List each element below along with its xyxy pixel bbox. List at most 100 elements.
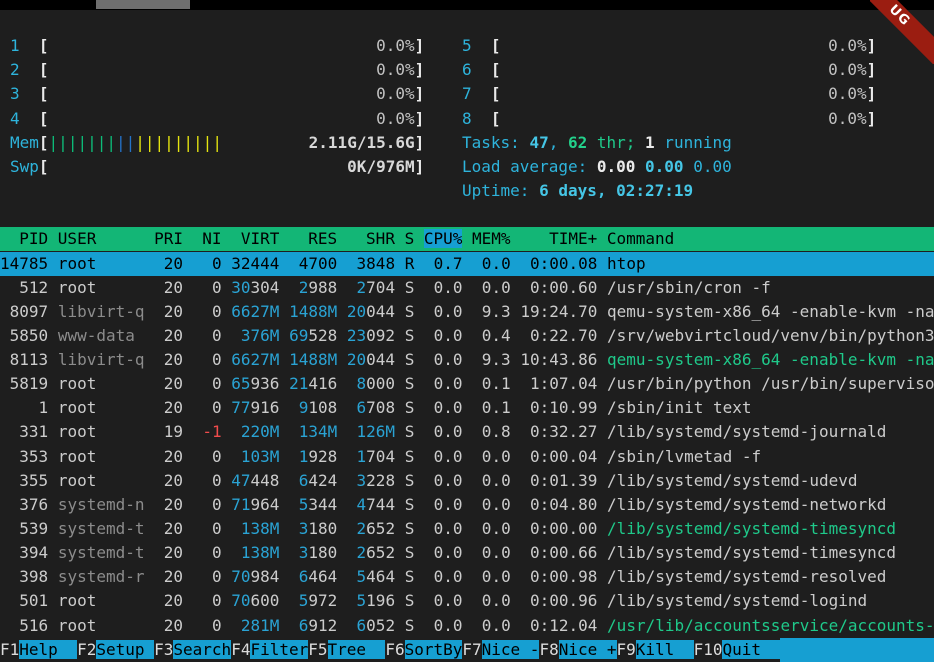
nice: 0: [193, 591, 222, 610]
process-row[interactable]: 398 systemd-r 20 0 70984 6464 5464 S 0.0…: [0, 565, 934, 589]
pad: [463, 591, 473, 610]
process-row[interactable]: 5819 root 20 0 65936 21416 8000 S 0.0 0.…: [0, 372, 934, 396]
fkey-f2-setup[interactable]: F2Setup: [77, 638, 154, 662]
pad: [279, 374, 289, 393]
pad: [597, 278, 607, 297]
process-row[interactable]: 355 root 20 0 47448 6424 3228 S 0.0 0.0 …: [0, 469, 934, 493]
pad: [463, 302, 473, 321]
process-row[interactable]: 376 systemd-n 20 0 71964 5344 4744 S 0.0…: [0, 493, 934, 517]
pad: [463, 543, 473, 562]
separator: ,: [549, 133, 568, 152]
mem-value-low: 044: [366, 350, 395, 369]
mem-value-high: 5: [357, 567, 367, 586]
fkey-f7-nice[interactable]: F7Nice -: [462, 638, 539, 662]
pad: [337, 398, 347, 417]
mem-value-high: 2: [357, 278, 367, 297]
process-row[interactable]: 331 root 19 -1 220M 134M 126M S 0.0 0.8 …: [0, 420, 934, 444]
pad: [395, 326, 405, 345]
nice: 0: [193, 567, 222, 586]
sort-column-cpu%[interactable]: CPU%: [424, 229, 463, 248]
fkey-label: Filter: [250, 640, 308, 659]
pad: [347, 374, 357, 393]
process-row[interactable]: 8113 libvirt-q 20 0 6627M 1488M 20044 S …: [0, 348, 934, 372]
meter-bracket-close: ]: [867, 84, 877, 103]
mem-value-high: 2: [299, 278, 309, 297]
pad: [463, 519, 473, 538]
pad: [279, 447, 289, 466]
process-row[interactable]: 1 root 20 0 77916 9108 6708 S 0.0 0.1 0:…: [0, 396, 934, 420]
command: /lib/systemd/systemd-resolved: [607, 567, 886, 586]
mem-value-high: 6: [357, 616, 367, 635]
meter-fill: [49, 109, 377, 128]
fkey-key: F4: [231, 640, 250, 659]
meter-value: 0.0%: [828, 60, 867, 79]
fkey-f8-nice[interactable]: F8Nice +: [539, 638, 616, 662]
mem-value-high: 5: [299, 591, 309, 610]
pad: [337, 254, 347, 273]
process-row-selected[interactable]: 14785 root 20 0 32444 4700 3848 R 0.7 0.…: [0, 252, 934, 276]
process-row[interactable]: 353 root 20 0 103M 1928 1704 S 0.0 0.0 0…: [0, 445, 934, 469]
state: S: [405, 447, 415, 466]
fkey-f1-help[interactable]: F1Help: [0, 638, 77, 662]
pad: [414, 471, 424, 490]
pad: [231, 326, 241, 345]
process-row[interactable]: 501 root 20 0 70600 5972 5196 S 0.0 0.0 …: [0, 589, 934, 613]
process-row[interactable]: 394 systemd-t 20 0 138M 3180 2652 S 0.0 …: [0, 541, 934, 565]
priority: 20: [154, 398, 183, 417]
fkey-f9-kill[interactable]: F9Kill: [617, 638, 694, 662]
mem-value-low: 000: [366, 374, 395, 393]
process-row[interactable]: 512 root 20 0 30304 2988 2704 S 0.0 0.0 …: [0, 276, 934, 300]
cpu-percent: 0.0: [424, 302, 463, 321]
meter-fill: [222, 133, 309, 152]
pad: [511, 374, 521, 393]
pad: [414, 278, 424, 297]
meter-caption: 5: [462, 36, 491, 55]
fkey-f6-sortby[interactable]: F6SortBy: [385, 638, 462, 662]
pad: [289, 495, 299, 514]
pad: [395, 447, 405, 466]
cpu-percent: 0.0: [424, 567, 463, 586]
pad: [222, 567, 232, 586]
mem-value-high: 47: [231, 471, 250, 490]
pad: [145, 567, 155, 586]
mem-value-high: 21: [289, 374, 308, 393]
fkey-f3-search[interactable]: F3Search: [154, 638, 231, 662]
pad: [279, 254, 289, 273]
pad: [414, 543, 424, 562]
pad: [231, 616, 241, 635]
process-row[interactable]: 539 systemd-t 20 0 138M 3180 2652 S 0.0 …: [0, 517, 934, 541]
process-row[interactable]: 5850 www-data 20 0 376M 69528 23092 S 0.…: [0, 324, 934, 348]
pad: [231, 422, 241, 441]
pad: [183, 278, 193, 297]
priority: 20: [154, 495, 183, 514]
fkey-f5-tree[interactable]: F5Tree: [308, 638, 385, 662]
window-top-strip: [0, 0, 934, 10]
pad: [222, 398, 232, 417]
mem-value-low: 972: [308, 591, 337, 610]
mem-value-low: 444: [251, 254, 280, 273]
pad: [463, 374, 473, 393]
pad: [222, 302, 232, 321]
process-table: 14785 root 20 0 32444 4700 3848 R 0.7 0.…: [0, 252, 934, 638]
process-row[interactable]: 8097 libvirt-q 20 0 6627M 1488M 20044 S …: [0, 300, 934, 324]
fkey-key: F3: [154, 640, 173, 659]
pad: [511, 495, 521, 514]
meter-bracket-open: [: [39, 109, 49, 128]
pad: [511, 567, 521, 586]
fkey-f4-filter[interactable]: F4Filter: [231, 638, 308, 662]
cpu-percent: 0.0: [424, 326, 463, 345]
process-row[interactable]: 516 root 20 0 281M 6912 6052 S 0.0 0.0 0…: [0, 614, 934, 638]
command: /lib/systemd/systemd-journald: [607, 422, 886, 441]
state: S: [405, 278, 415, 297]
pad: [183, 519, 193, 538]
table-header[interactable]: PID USER PRI NI VIRT RES SHR S CPU% MEM%…: [0, 227, 934, 251]
mem-percent: 9.3: [472, 302, 511, 321]
meter-bracket-open: [: [39, 133, 49, 152]
meter-caption: 2: [10, 60, 39, 79]
fkey-f10-quit[interactable]: F10Quit: [694, 638, 781, 662]
pad: [337, 495, 347, 514]
pad: [145, 543, 155, 562]
pad: [511, 519, 521, 538]
fkey-label: Quit: [722, 640, 780, 659]
pad: [337, 567, 347, 586]
